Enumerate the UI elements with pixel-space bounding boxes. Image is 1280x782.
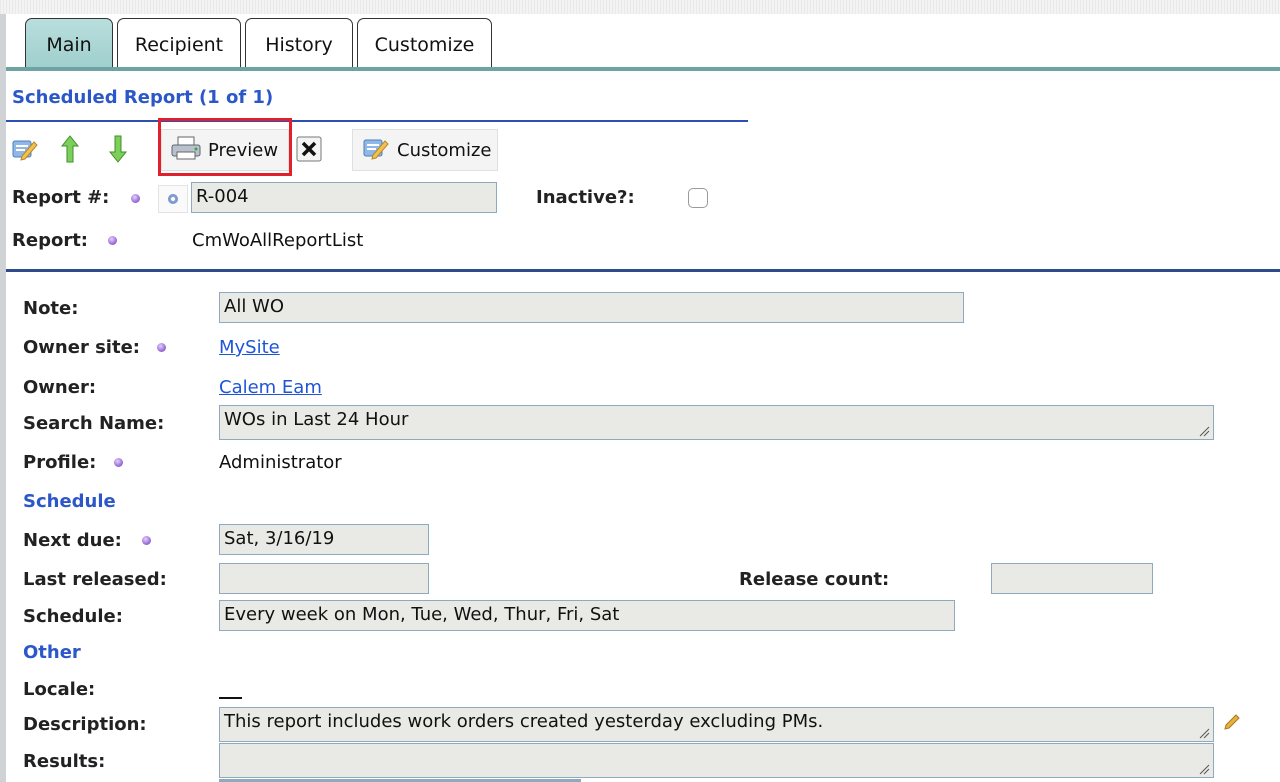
section-title-rule <box>6 120 748 122</box>
preview-highlight <box>158 118 292 176</box>
section-divider <box>6 269 1280 272</box>
close-icon <box>296 136 322 167</box>
description-label: Description: <box>23 714 147 735</box>
gear-icon <box>168 194 178 204</box>
resize-grip-icon[interactable] <box>1198 425 1210 437</box>
owner-site-link[interactable]: MySite <box>219 337 280 358</box>
required-dot-icon <box>131 194 140 203</box>
next-due-label: Next due: <box>23 530 122 551</box>
inactive-label: Inactive?: <box>536 187 635 208</box>
locale-empty-marker <box>219 697 242 699</box>
edit-icon <box>10 136 38 167</box>
top-strip <box>0 0 1280 14</box>
customize-label: Customize <box>397 139 492 161</box>
report-value: CmWoAllReportList <box>192 230 364 251</box>
tab-recipient[interactable]: Recipient <box>117 18 241 68</box>
arrow-down-icon <box>108 134 128 169</box>
owner-label: Owner: <box>23 377 97 398</box>
required-dot-icon <box>142 536 151 545</box>
profile-label: Profile: <box>23 452 97 473</box>
section-title: Scheduled Report (1 of 1) <box>12 87 274 108</box>
customize-button[interactable]: Customize <box>352 129 498 171</box>
report-number-field[interactable]: R-004 <box>191 182 497 213</box>
last-released-field[interactable] <box>219 563 429 594</box>
next-due-field[interactable]: Sat, 3/16/19 <box>219 524 429 555</box>
description-field[interactable]: This report includes work orders created… <box>219 707 1214 742</box>
arrow-up-icon <box>60 134 80 169</box>
tab-history[interactable]: History <box>245 18 353 68</box>
left-border <box>0 14 6 782</box>
search-name-field[interactable]: WOs in Last 24 Hour <box>219 405 1214 440</box>
results-label: Results: <box>23 751 106 772</box>
profile-value: Administrator <box>219 452 342 473</box>
move-up-button[interactable] <box>60 130 92 172</box>
tab-customize[interactable]: Customize <box>357 18 492 68</box>
tab-main[interactable]: Main <box>25 18 113 68</box>
resize-grip-icon[interactable] <box>1198 763 1210 775</box>
lookup-button[interactable] <box>158 185 188 213</box>
schedule-heading: Schedule <box>23 491 116 512</box>
description-text: This report includes work orders created… <box>224 711 824 732</box>
required-dot-icon <box>108 236 117 245</box>
customize-icon <box>361 135 389 166</box>
locale-label: Locale: <box>23 679 96 700</box>
report-label: Report: <box>12 230 88 251</box>
inactive-checkbox[interactable] <box>688 188 708 208</box>
schedule-field[interactable]: Every week on Mon, Tue, Wed, Thur, Fri, … <box>219 600 955 631</box>
required-dot-icon <box>114 458 123 467</box>
tab-underline <box>6 67 1280 71</box>
report-number-label: Report #: <box>12 187 110 208</box>
required-dot-icon <box>157 343 166 352</box>
pencil-icon[interactable] <box>1222 712 1242 737</box>
search-name-label: Search Name: <box>23 413 165 434</box>
release-count-field[interactable] <box>991 563 1153 594</box>
release-count-label: Release count: <box>739 569 890 590</box>
move-down-button[interactable] <box>108 130 140 172</box>
note-field[interactable]: All WO <box>219 292 964 323</box>
search-name-text: WOs in Last 24 Hour <box>224 409 409 430</box>
other-heading: Other <box>23 642 81 663</box>
owner-link[interactable]: Calem Eam <box>219 377 322 398</box>
owner-site-label: Owner site: <box>23 337 140 358</box>
note-label: Note: <box>23 298 79 319</box>
schedule-label: Schedule: <box>23 606 123 627</box>
last-released-label: Last released: <box>23 569 167 590</box>
resize-grip-icon[interactable] <box>1198 727 1210 739</box>
results-field[interactable] <box>219 743 1214 778</box>
edit-button[interactable] <box>10 130 50 172</box>
delete-button[interactable] <box>296 136 324 167</box>
